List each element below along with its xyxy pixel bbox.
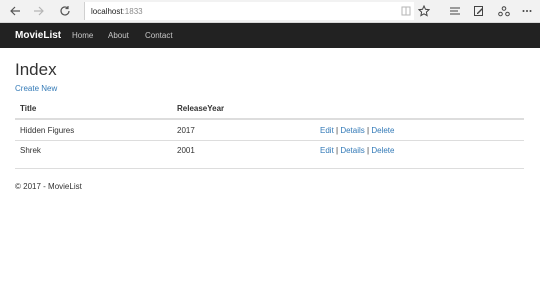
edit-link[interactable]: Edit [320, 146, 334, 155]
header-divider [15, 118, 524, 120]
nav-link-home[interactable]: Home [72, 31, 93, 40]
hub-icon[interactable] [447, 3, 463, 19]
share-icon[interactable] [496, 3, 512, 19]
delete-link[interactable]: Delete [371, 126, 394, 135]
cell-release-year: 2001 [177, 146, 195, 155]
row-actions: Edit | Details | Delete [320, 126, 394, 135]
delete-link[interactable]: Delete [371, 146, 394, 155]
more-icon[interactable] [519, 3, 535, 19]
reading-view-icon[interactable] [398, 3, 414, 19]
forward-arrow-icon[interactable] [31, 3, 47, 19]
details-link[interactable]: Details [340, 146, 364, 155]
footer-copyright: © 2017 - MovieList [15, 182, 82, 191]
back-arrow-icon[interactable] [7, 3, 23, 19]
favorite-star-icon[interactable] [416, 3, 432, 19]
row-divider [15, 140, 524, 141]
site-navbar: MovieList Home About Contact [0, 23, 540, 48]
cell-title: Shrek [20, 146, 41, 155]
create-new-link[interactable]: Create New [15, 84, 57, 93]
browser-toolbar: localhost:1833 [0, 0, 540, 23]
refresh-icon[interactable] [57, 3, 73, 19]
row-actions: Edit | Details | Delete [320, 146, 394, 155]
cell-release-year: 2017 [177, 126, 195, 135]
nav-link-contact[interactable]: Contact [145, 31, 173, 40]
url-port: :1833 [122, 6, 143, 16]
address-bar[interactable]: localhost:1833 [84, 2, 414, 20]
footer-divider [15, 168, 524, 169]
nav-link-about[interactable]: About [108, 31, 129, 40]
web-note-icon[interactable] [471, 3, 487, 19]
column-header-title: Title [20, 104, 37, 113]
cell-title: Hidden Figures [20, 126, 75, 135]
edit-link[interactable]: Edit [320, 126, 334, 135]
details-link[interactable]: Details [340, 126, 364, 135]
url-host: localhost [91, 6, 123, 16]
brand-link[interactable]: MovieList [15, 30, 61, 41]
column-header-release-year: ReleaseYear [177, 104, 225, 113]
page-title: Index [15, 60, 57, 79]
